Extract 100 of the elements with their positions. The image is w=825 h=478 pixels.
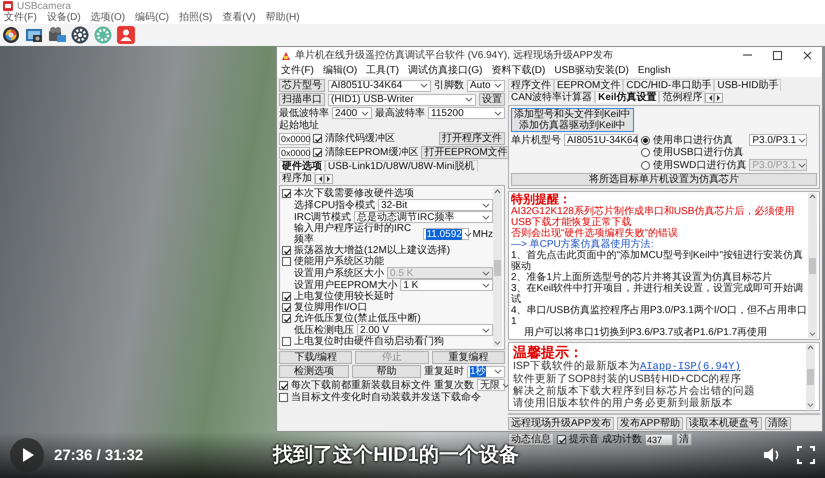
color-wheel-icon[interactable] [2,26,20,44]
checkbox-label: 复位脚用作I/O口 [294,302,368,313]
address-field[interactable]: 0x0000 [279,146,310,158]
scrollbar-thumb[interactable] [807,368,814,384]
checkbox[interactable] [279,393,288,402]
button[interactable]: 发布APP帮助 [617,417,684,430]
menu-item[interactable]: 编码(C) [135,12,170,24]
button[interactable]: 帮助 [352,365,421,378]
radio-button[interactable] [641,136,650,144]
checkbox[interactable] [313,134,322,143]
maximize-icon[interactable] [772,50,782,60]
settings-button[interactable]: 设置 [479,93,505,106]
checkbox[interactable] [557,435,566,444]
button[interactable]: 远程现场升级APP发布 [508,417,614,430]
chevron-up-icon [494,188,501,195]
checkbox[interactable] [282,257,291,266]
button[interactable]: 下载/编程 [279,351,352,364]
menu-item[interactable]: 资料下载(D) [491,64,546,76]
version-link[interactable]: AIapp-ISP(6.94Y) [640,361,741,373]
volume-icon[interactable] [763,446,781,464]
tab-scroll-button[interactable] [705,93,714,103]
open-file-button[interactable]: 打开EEPROM文件 [421,146,511,159]
checkbox[interactable] [282,314,291,323]
tab[interactable]: USB-Link1D/U8W/U8W-Mini脱机 [325,160,478,172]
dropdown[interactable]: 2.00 V [357,324,493,336]
dropdown[interactable]: P3.0/P3.1 [749,134,808,146]
dropdown[interactable]: 总是动态调节IRC频率 [354,211,493,223]
dropdown[interactable]: 1秒 [467,366,505,378]
menu-item[interactable]: 编辑(O) [322,64,358,76]
person-icon[interactable] [117,26,135,44]
checkbox[interactable] [282,303,291,312]
tab[interactable]: 范例程序 [659,91,706,103]
checkbox[interactable] [279,380,288,390]
checkbox[interactable] [282,246,291,255]
tab[interactable]: 程序文件 [508,79,554,91]
scrollbar-thumb[interactable] [809,258,816,274]
menu-item[interactable]: 工具(T) [366,64,400,76]
menu-item[interactable]: 文件(F) [4,12,37,24]
scrollbar[interactable] [493,188,502,347]
caret-icon [361,110,369,116]
radio-button[interactable] [641,160,650,170]
set-emulator-button[interactable]: 将所选目标单片机设置为仿真芯片 [511,173,817,186]
reset-button[interactable]: 清 [676,433,692,446]
scan-port-button[interactable]: 扫描串口 [279,93,325,106]
menu-item[interactable]: 设备(D) [46,12,81,24]
checkbox[interactable] [282,337,291,346]
tab[interactable]: 硬件选项 [279,160,325,172]
close-icon[interactable] [802,50,812,60]
video-camera-icon[interactable] [48,26,66,44]
add-to-keil-button[interactable]: 添加型号和头文件到Keil中 添加仿真器驱动到Keil中 [511,108,634,132]
scrollbar[interactable] [806,344,815,409]
tab[interactable]: Keil仿真设置 [595,91,660,103]
menu-item[interactable]: 选项(O) [90,12,126,24]
menu-item[interactable]: 调试仿真接口(G) [408,64,482,76]
scrollbar[interactable] [808,193,817,338]
tab-scroll-button[interactable] [315,174,324,184]
tab[interactable]: CAN波特率计算器 [508,91,596,103]
radio-button[interactable] [641,148,650,157]
button[interactable]: 动态信息 [508,433,554,446]
caret-icon [465,96,473,103]
dropdown[interactable]: 2400 [332,107,372,119]
dropdown[interactable]: 无限 [477,379,505,391]
tab[interactable]: EEPROM文件 [554,79,624,91]
minimize-icon[interactable] [742,54,752,56]
tab[interactable]: 程序加 [279,172,315,184]
checkbox-label: 每次下载前都重新装载目标文件 [291,380,431,390]
scrollbar-thumb[interactable] [494,260,501,276]
settings-icon[interactable] [71,26,89,44]
open-file-button[interactable]: 打开程序文件 [439,132,505,145]
tab-scroll-button[interactable] [324,174,333,184]
checkbox-label: 本次下载需要修改硬件选项 [294,188,414,199]
menu-item[interactable]: 拍照(S) [179,12,212,24]
address-field[interactable]: 0x0000 [279,132,310,144]
dropdown[interactable]: AI8051U-34K64 [328,80,431,92]
menu-item[interactable]: USB驱动安装(D) [554,64,629,76]
fullscreen-icon[interactable] [797,446,815,464]
tab[interactable]: CDC/HID-串口助手 [623,79,714,91]
tab[interactable]: USB-HID助手 [714,79,782,91]
menu-item[interactable]: 文件(F) [281,64,314,76]
checkbox[interactable] [282,292,291,301]
dropdown[interactable]: (HID1) USB-Writer [328,94,476,106]
caret-icon [798,162,806,168]
button[interactable]: 检测选项 [279,365,348,378]
chip-model-button[interactable]: 芯片型号 [279,79,325,92]
dropdown[interactable]: 1 K [400,279,493,291]
menu-item[interactable]: 帮助(H) [266,12,300,24]
checkbox[interactable] [313,148,322,157]
button[interactable]: 重复编程 [432,351,505,364]
dropdown[interactable]: 11.0592 [423,228,470,240]
checkbox[interactable] [282,189,291,198]
menu-item[interactable]: 查看(V) [222,12,256,24]
button[interactable]: 读取本机硬盘号 [686,417,762,430]
time-display: 27:36 / 31:32 [54,450,144,460]
tab-scroll-button[interactable] [714,93,724,103]
button[interactable]: 清除 [765,417,792,430]
dropdown[interactable]: 32-Bit [378,199,493,211]
photo-camera-icon[interactable] [25,26,43,44]
menu-item[interactable]: English [638,64,671,76]
dropdown[interactable]: 115200 [428,107,505,119]
dropdown[interactable]: Auto [467,80,505,92]
